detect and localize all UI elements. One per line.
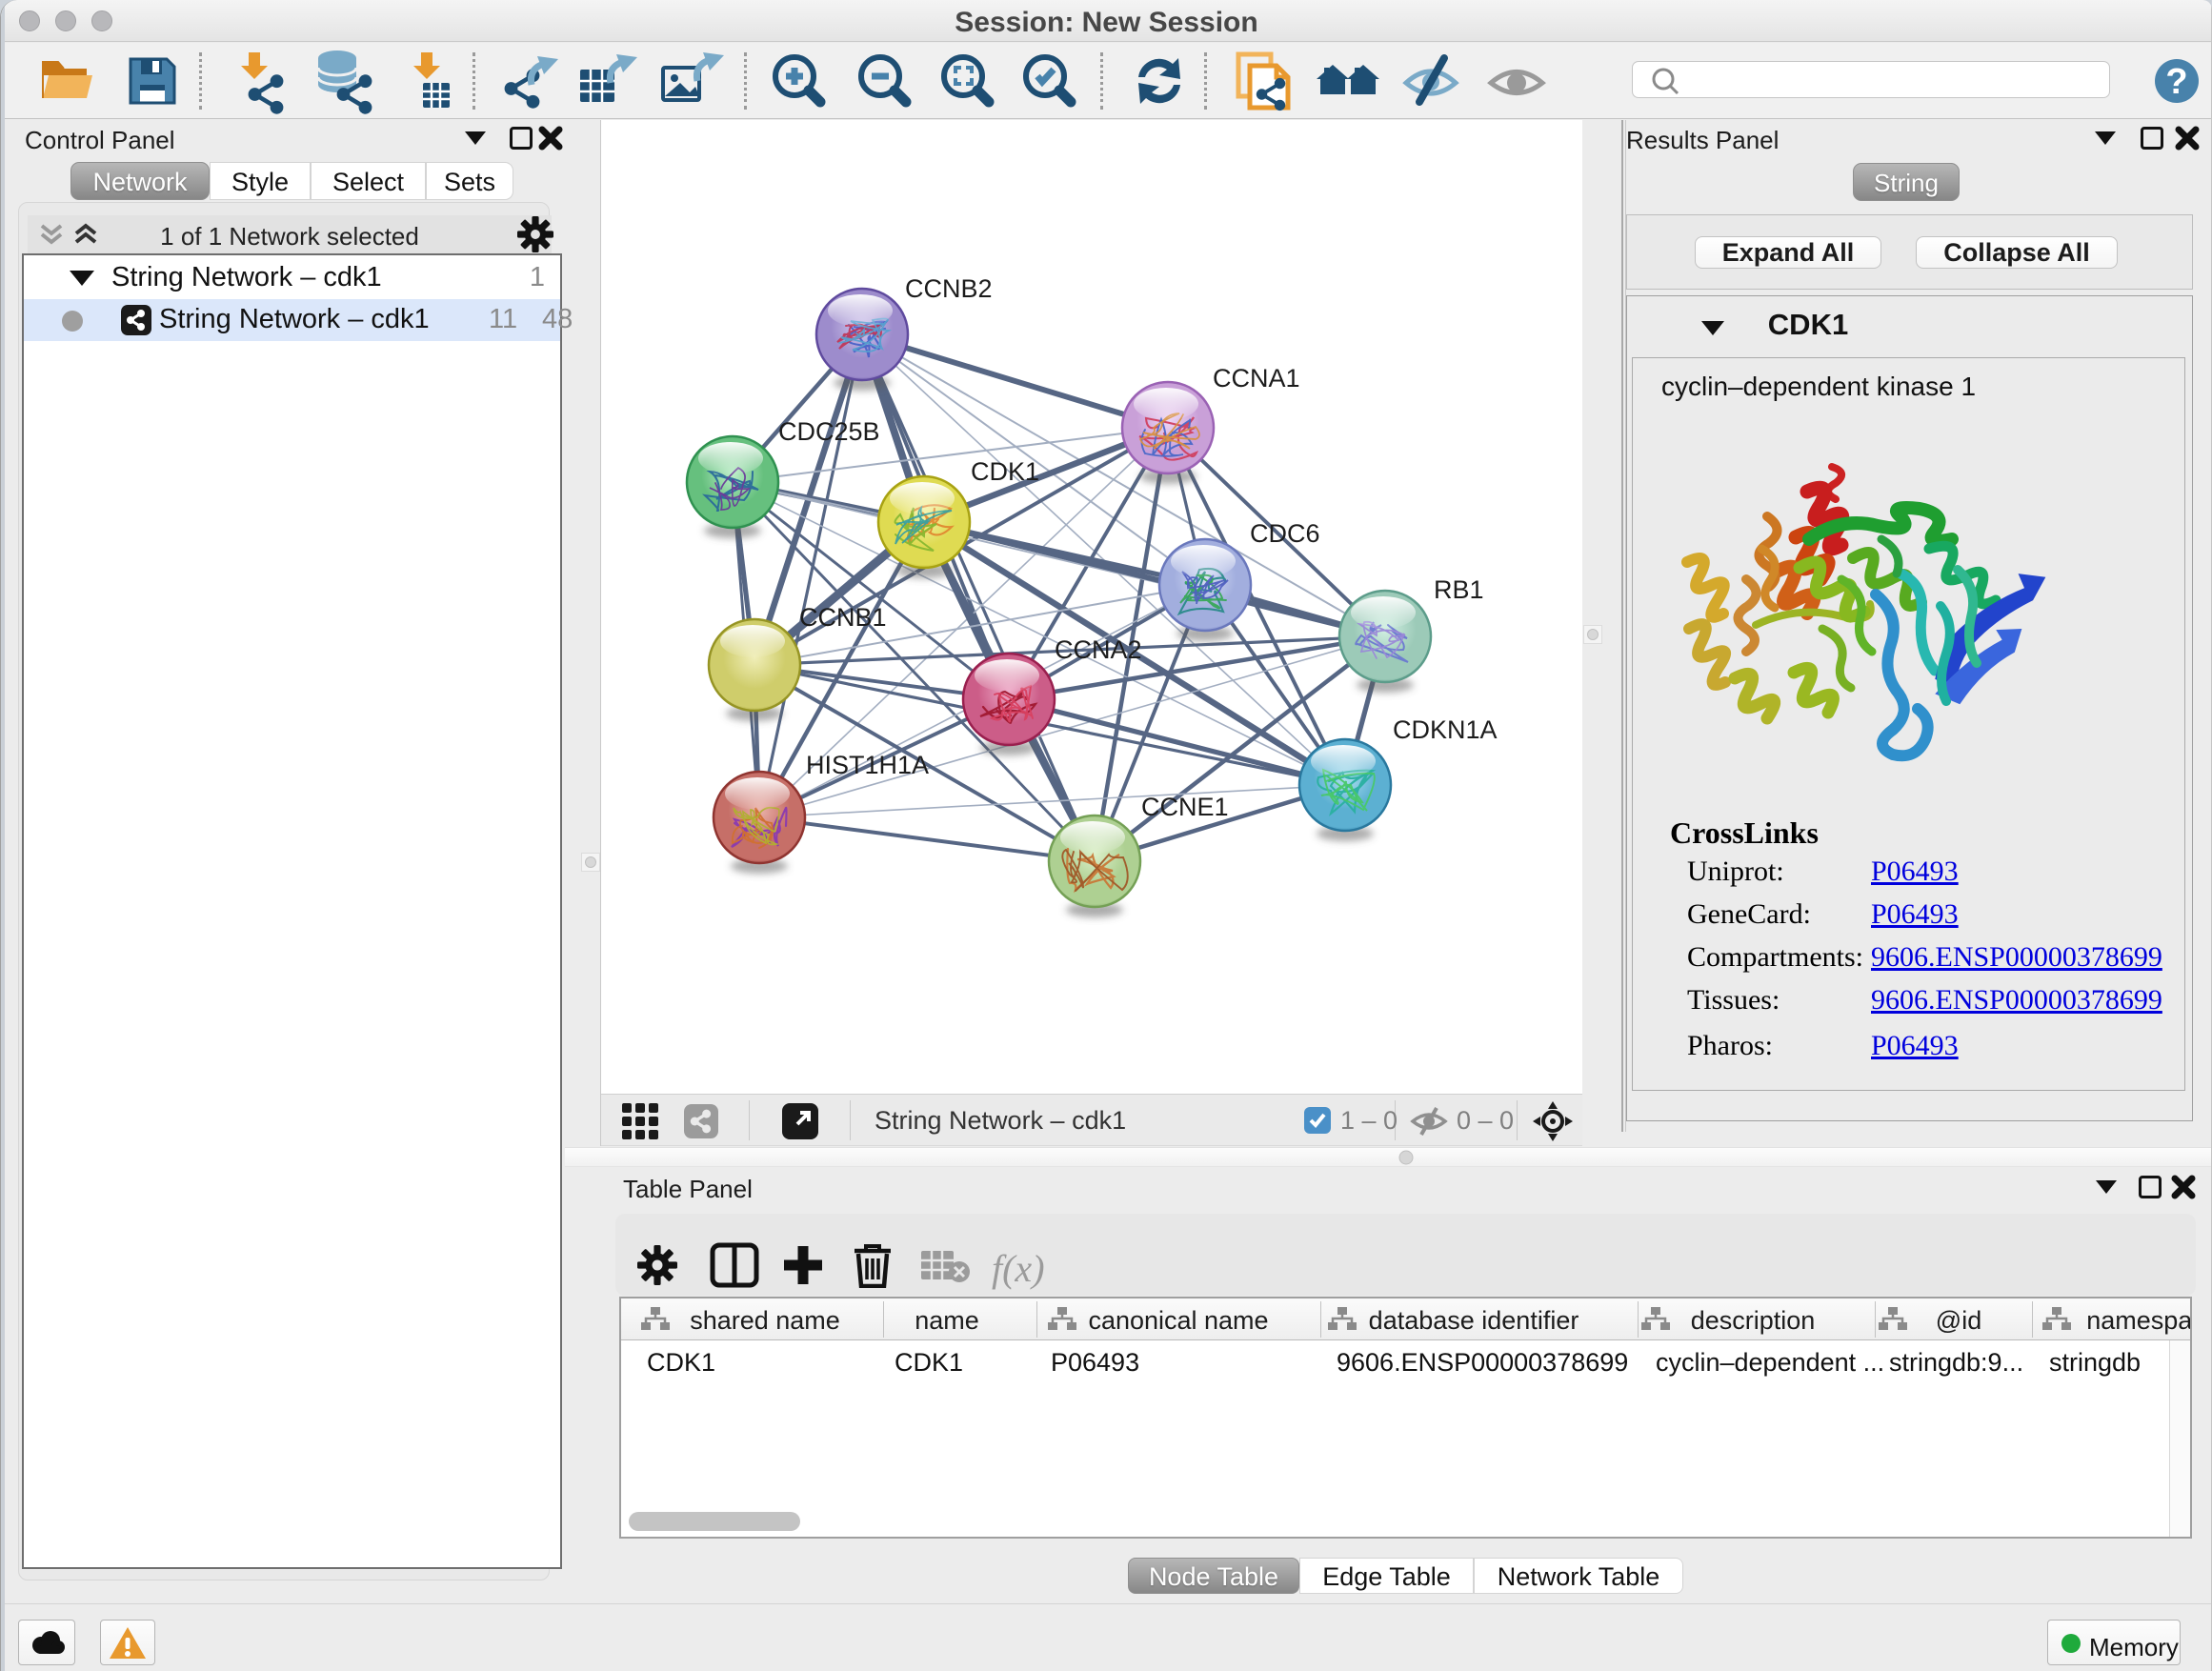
svg-text:CCNB1: CCNB1: [799, 603, 887, 632]
svg-text:CCNA2: CCNA2: [1055, 635, 1142, 664]
svg-text:CCNB2: CCNB2: [905, 274, 993, 303]
svg-text:HIST1H1A: HIST1H1A: [806, 751, 929, 779]
svg-text:?: ?: [2165, 62, 2187, 102]
svg-text:CDC6: CDC6: [1250, 519, 1320, 548]
svg-text:RB1: RB1: [1434, 575, 1484, 604]
svg-text:CDKN1A: CDKN1A: [1393, 715, 1498, 744]
svg-text:CCNE1: CCNE1: [1141, 793, 1229, 821]
svg-text:CDK1: CDK1: [971, 457, 1039, 486]
svg-text:CCNA1: CCNA1: [1213, 364, 1300, 393]
svg-text:CDC25B: CDC25B: [778, 417, 880, 446]
